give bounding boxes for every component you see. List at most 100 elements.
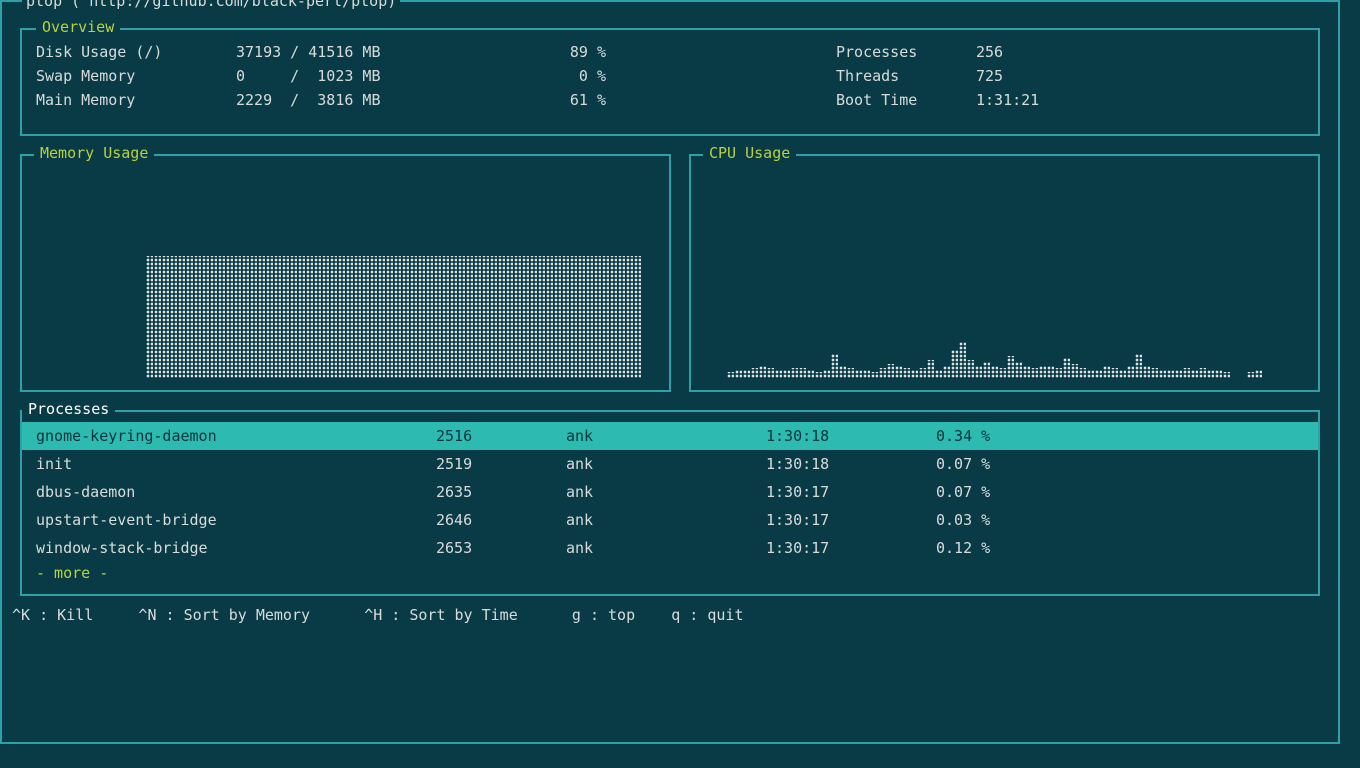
process-mem: 0.34 % (936, 424, 990, 448)
process-mem: 0.07 % (936, 480, 990, 504)
memory-usage-title: Memory Usage (34, 144, 154, 162)
chart-bar (162, 256, 169, 378)
chart-bar (839, 366, 846, 378)
overview-percent: 0 % (526, 64, 606, 88)
chart-bar (1023, 366, 1030, 378)
overview-panel: Overview Disk Usage (/)37193 / 41516 MB8… (20, 28, 1320, 136)
process-name: upstart-event-bridge (36, 508, 436, 532)
chart-bar (306, 256, 313, 378)
chart-bar (895, 366, 902, 378)
app-title: ptop ( http://github.com/black-perl/ptop… (22, 0, 400, 10)
app-window: ptop ( http://github.com/black-perl/ptop… (0, 0, 1340, 744)
overview-value: 2229 / 3816 MB (236, 88, 526, 112)
chart-bar (146, 256, 153, 378)
process-pid: 2519 (436, 452, 566, 476)
process-pid: 2646 (436, 508, 566, 532)
chart-bar (258, 256, 265, 378)
process-mem: 0.07 % (936, 452, 990, 476)
chart-bar (727, 372, 734, 378)
process-row[interactable]: dbus-daemon2635ank1:30:170.07 % (22, 478, 1318, 506)
chart-bar (234, 256, 241, 378)
chart-bar (1031, 368, 1038, 378)
chart-bar (991, 366, 998, 378)
overview-label: Disk Usage (/) (36, 40, 236, 64)
memory-bars (34, 178, 657, 378)
chart-bar (338, 256, 345, 378)
chart-bar (1071, 364, 1078, 378)
chart-bar (346, 256, 353, 378)
chart-bar (418, 256, 425, 378)
chart-bar (1207, 370, 1214, 378)
chart-bar (783, 370, 790, 378)
chart-bar (823, 370, 830, 378)
chart-bar (426, 256, 433, 378)
process-user: ank (566, 480, 766, 504)
process-pid: 2516 (436, 424, 566, 448)
chart-bar (1047, 366, 1054, 378)
chart-bar (767, 368, 774, 378)
chart-bar (887, 364, 894, 378)
chart-bar (226, 256, 233, 378)
chart-bar (530, 256, 537, 378)
chart-bar (1007, 356, 1014, 378)
overview-percent: 61 % (526, 88, 606, 112)
process-name: window-stack-bridge (36, 536, 436, 560)
chart-bar (959, 342, 966, 378)
chart-bar (386, 256, 393, 378)
overview-label: Main Memory (36, 88, 236, 112)
process-row[interactable]: upstart-event-bridge2646ank1:30:170.03 % (22, 506, 1318, 534)
memory-usage-panel: Memory Usage (20, 154, 671, 392)
chart-bar (602, 256, 609, 378)
chart-bar (1135, 354, 1142, 378)
cpu-usage-title: CPU Usage (703, 144, 796, 162)
chart-bar (202, 256, 209, 378)
chart-bar (951, 350, 958, 378)
process-time: 1:30:17 (766, 508, 936, 532)
overview-stat-label: Processes (836, 40, 976, 64)
chart-bar (855, 370, 862, 378)
chart-bar (919, 368, 926, 378)
chart-bar (1127, 366, 1134, 378)
chart-bar (538, 256, 545, 378)
chart-bar (466, 256, 473, 378)
overview-value: 37193 / 41516 MB (236, 40, 526, 64)
processes-title: Processes (22, 400, 115, 418)
chart-bar (879, 368, 886, 378)
chart-bar (911, 370, 918, 378)
chart-bar (1167, 370, 1174, 378)
chart-bar (498, 256, 505, 378)
chart-bar (354, 256, 361, 378)
chart-bar (434, 256, 441, 378)
chart-bar (1191, 370, 1198, 378)
chart-bar (967, 360, 974, 378)
chart-bar (634, 256, 641, 378)
chart-bar (863, 370, 870, 378)
chart-bar (378, 256, 385, 378)
chart-bar (799, 368, 806, 378)
chart-bar (1199, 368, 1206, 378)
process-row[interactable]: gnome-keyring-daemon2516ank1:30:180.34 % (22, 422, 1318, 450)
process-row[interactable]: init2519ank1:30:180.07 % (22, 450, 1318, 478)
process-time: 1:30:17 (766, 480, 936, 504)
chart-bar (1215, 370, 1222, 378)
chart-bar (1247, 372, 1254, 378)
chart-bar (586, 256, 593, 378)
chart-bar (1183, 368, 1190, 378)
chart-bar (410, 256, 417, 378)
cpu-usage-panel: CPU Usage (689, 154, 1320, 392)
chart-bar (983, 362, 990, 378)
chart-bar (274, 256, 281, 378)
overview-label: Swap Memory (36, 64, 236, 88)
chart-bar (170, 256, 177, 378)
chart-bar (1103, 366, 1110, 378)
chart-bar (562, 256, 569, 378)
process-row[interactable]: window-stack-bridge2653ank1:30:170.12 % (22, 534, 1318, 562)
chart-bar (514, 256, 521, 378)
chart-bar (178, 256, 185, 378)
chart-bar (218, 256, 225, 378)
process-mem: 0.03 % (936, 508, 990, 532)
more-indicator[interactable]: - more - (22, 562, 1318, 584)
chart-bar (442, 256, 449, 378)
chart-bar (815, 372, 822, 378)
chart-bar (458, 256, 465, 378)
